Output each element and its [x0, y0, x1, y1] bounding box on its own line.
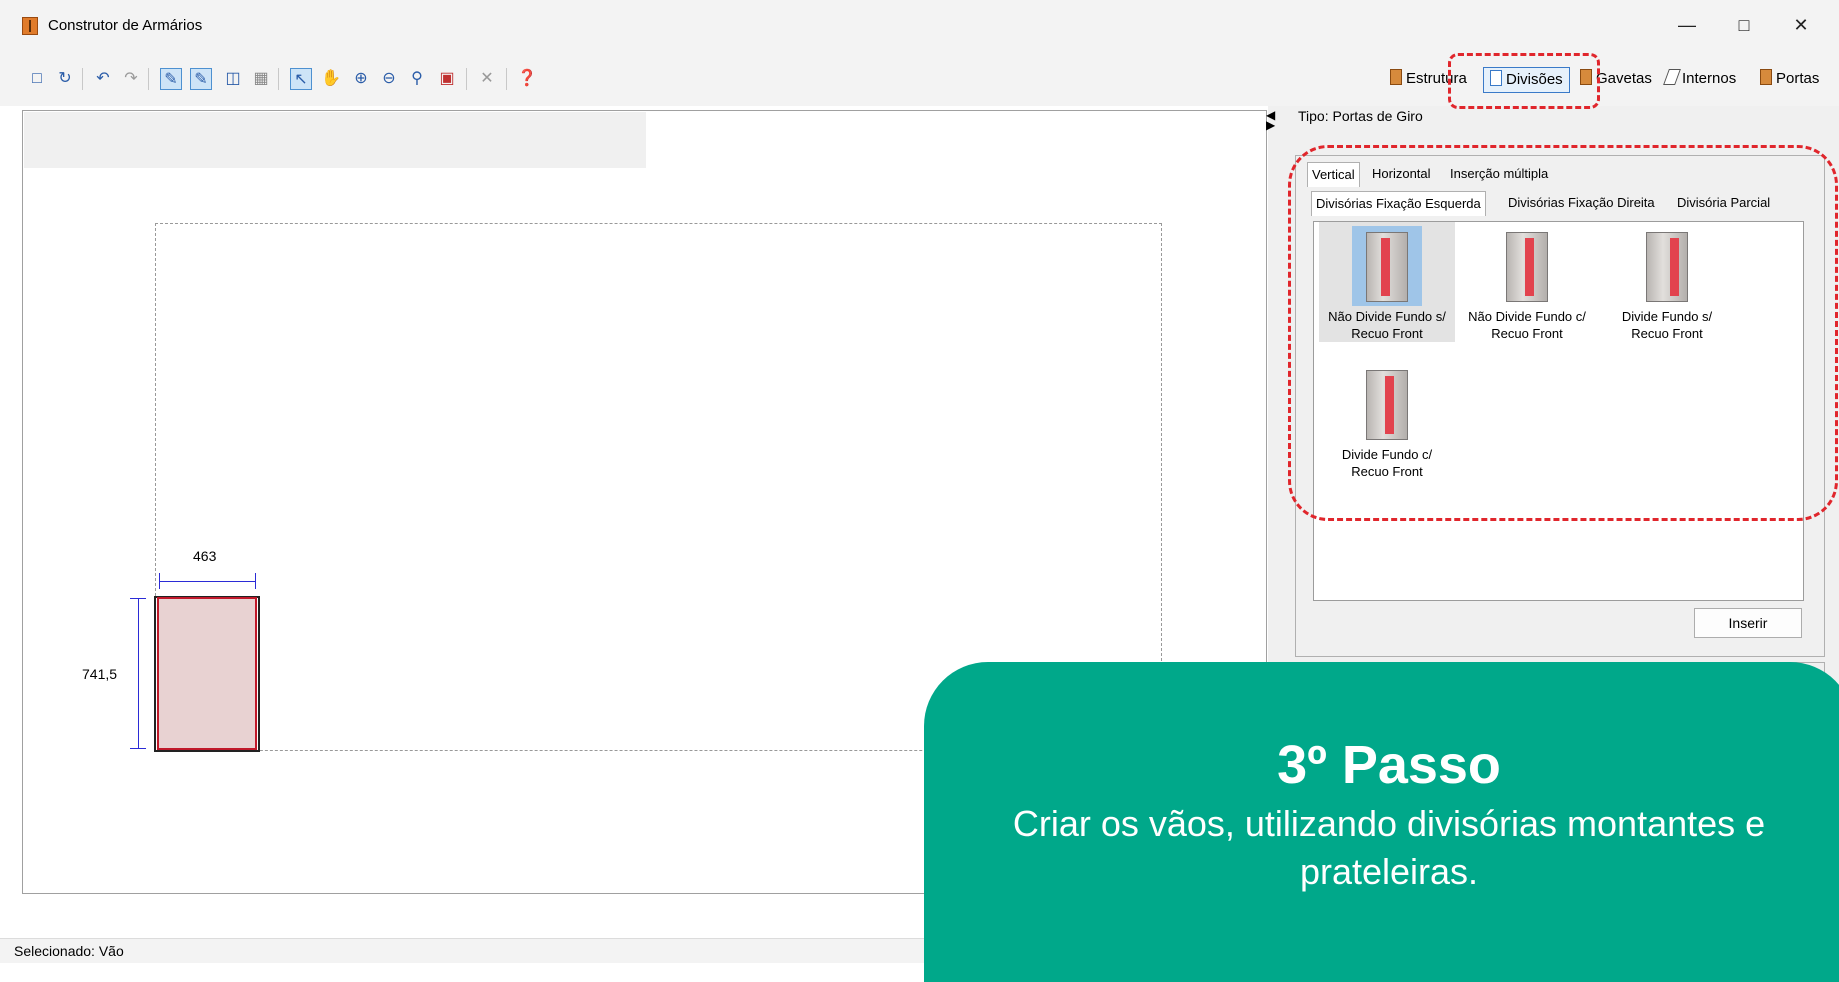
status-text: Selecionado: Vão — [14, 943, 124, 959]
collapse-arrow-icon[interactable]: ◀ ▶ — [1266, 109, 1275, 131]
highlight-divisoes-tab — [1448, 53, 1600, 109]
instruction-text: Criar os vãos, utilizando divisórias mon… — [1012, 803, 1766, 892]
tab-internos[interactable]: Internos — [1663, 62, 1736, 96]
app-icon — [22, 17, 38, 35]
dimension-tick — [130, 748, 146, 749]
zoom-out-icon[interactable]: ⊖ — [378, 68, 400, 90]
grid-icon[interactable]: ▦ — [250, 68, 272, 90]
shelf-icon — [1663, 69, 1681, 85]
tab-portas[interactable]: Portas — [1760, 62, 1819, 96]
pan-icon[interactable]: ✋ — [320, 68, 342, 90]
window-title: Construtor de Armários — [48, 17, 203, 34]
cabinet-vao[interactable] — [157, 597, 257, 750]
title-bar — [0, 0, 1839, 50]
toolbar-separator — [278, 68, 279, 90]
minimize-button[interactable]: — — [1665, 8, 1709, 42]
instruction-card: 3º Passo Criar os vãos, utilizando divis… — [924, 662, 1839, 982]
instruction-title: 3º Passo — [1277, 735, 1501, 795]
toolbar-separator — [82, 68, 83, 90]
height-dimension-label: 741,5 — [82, 666, 118, 682]
door-icon — [1760, 69, 1772, 85]
maximize-button[interactable]: □ — [1722, 8, 1766, 42]
zoom-in-icon[interactable]: ⚲ — [406, 68, 428, 90]
height-dimension-line — [138, 598, 139, 748]
width-dimension-label: 463 — [193, 548, 217, 564]
edit-mode-icon[interactable]: ✎ — [190, 68, 212, 90]
cabinet-icon — [1390, 69, 1402, 85]
redo-icon[interactable]: ↷ — [120, 68, 142, 90]
refresh-icon[interactable]: ↻ — [54, 68, 76, 90]
select-mode-icon[interactable]: ✎ — [160, 68, 182, 90]
help-icon[interactable]: ❓ — [516, 68, 538, 90]
undo-icon[interactable]: ↶ — [92, 68, 114, 90]
insert-button[interactable]: Inserir — [1694, 608, 1802, 638]
window-icon[interactable]: ▣ — [436, 68, 458, 90]
tipo-label: Tipo: Portas de Giro — [1298, 108, 1423, 124]
toolbar-separator — [506, 68, 507, 90]
dimension-tick — [159, 573, 160, 589]
toolbar-separator — [466, 68, 467, 90]
close-button[interactable]: ✕ — [1779, 8, 1823, 42]
dimension-tick — [130, 598, 146, 599]
dimension-tick — [255, 573, 256, 589]
canvas-header-area — [24, 112, 646, 168]
toolbar-separator — [148, 68, 149, 90]
new-icon[interactable]: □ — [26, 68, 48, 90]
highlight-division-panel — [1288, 145, 1838, 521]
delete-icon[interactable]: ✕ — [476, 68, 498, 90]
pointer-icon[interactable]: ↖ — [290, 68, 312, 90]
module-icon[interactable]: ◫ — [222, 68, 244, 90]
zoom-extents-icon[interactable]: ⊕ — [350, 68, 372, 90]
width-dimension-line — [159, 581, 255, 582]
